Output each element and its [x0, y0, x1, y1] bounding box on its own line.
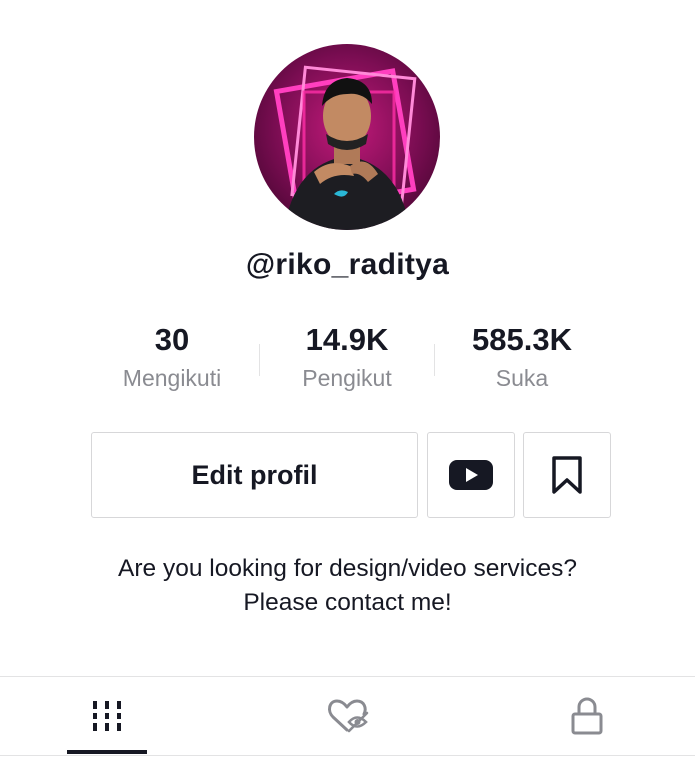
tab-private[interactable] — [547, 677, 627, 755]
active-tab-indicator — [67, 750, 147, 754]
edit-profile-button[interactable]: Edit profil — [91, 432, 418, 518]
tab-liked[interactable] — [308, 677, 388, 755]
bio: Are you looking for design/video service… — [0, 552, 695, 620]
stat-followers[interactable]: 14.9K Pengikut — [259, 320, 435, 393]
likes-count: 585.3K — [472, 322, 572, 357]
tab-videos[interactable] — [67, 677, 147, 755]
bio-line-1: Are you looking for design/video service… — [118, 555, 577, 582]
likes-label: Suka — [495, 365, 549, 391]
favorites-button[interactable] — [523, 432, 611, 518]
stat-following[interactable]: 30 Mengikuti — [84, 320, 260, 393]
youtube-button[interactable] — [427, 432, 515, 518]
youtube-icon — [449, 460, 493, 490]
profile-photo — [254, 44, 440, 230]
followers-count: 14.9K — [305, 322, 389, 357]
lock-icon — [571, 697, 603, 735]
profile-tabbar — [0, 676, 695, 756]
stat-likes[interactable]: 585.3K Suka — [434, 320, 610, 393]
followers-label: Pengikut — [302, 365, 392, 391]
liked-hidden-icon — [328, 699, 369, 733]
avatar[interactable] — [254, 44, 440, 230]
following-label: Mengikuti — [122, 365, 222, 391]
bookmark-icon — [552, 456, 582, 494]
following-count: 30 — [154, 322, 190, 357]
bio-line-2: Please contact me! — [243, 589, 452, 616]
username: @riko_raditya — [245, 248, 450, 281]
grid-icon — [93, 701, 121, 731]
